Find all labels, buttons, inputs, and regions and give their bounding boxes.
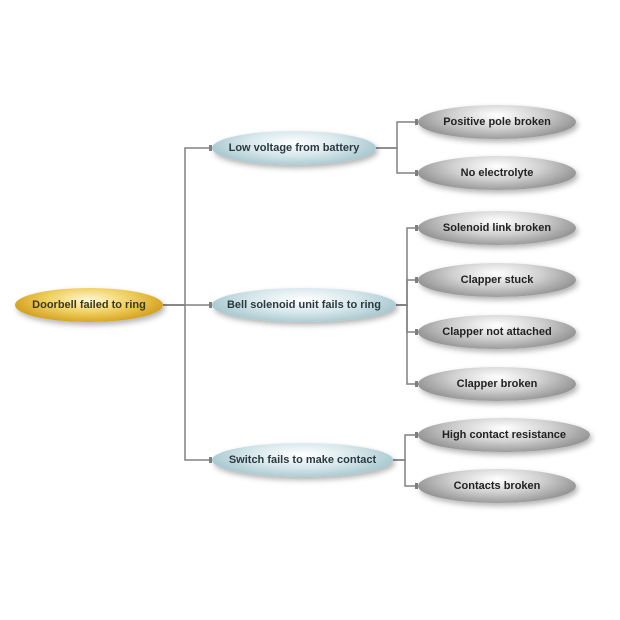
leaf-label: Clapper stuck [461,274,534,286]
leaf-node-3: Clapper stuck [418,263,576,297]
leaf-node-1: No electrolyte [418,156,576,190]
leaf-node-7: Contacts broken [418,469,576,503]
mid-node-1: Bell solenoid unit fails to ring [212,288,396,322]
mid-node-2: Switch fails to make contact [212,443,393,477]
leaf-label: Clapper not attached [442,326,551,338]
root-node: Doorbell failed to ring [15,288,163,322]
mid-label: Low voltage from battery [229,142,360,154]
mid-label: Bell solenoid unit fails to ring [227,299,381,311]
mid-label: Switch fails to make contact [229,454,376,466]
leaf-node-6: High contact resistance [418,418,590,452]
leaf-node-0: Positive pole broken [418,105,576,139]
leaf-label: No electrolyte [461,167,534,179]
leaf-label: Clapper broken [457,378,538,390]
leaf-label: High contact resistance [442,429,566,441]
leaf-node-5: Clapper broken [418,367,576,401]
root-label: Doorbell failed to ring [32,299,146,311]
leaf-label: Positive pole broken [443,116,551,128]
mid-node-0: Low voltage from battery [212,131,376,165]
leaf-label: Contacts broken [454,480,541,492]
leaf-node-2: Solenoid link broken [418,211,576,245]
leaf-node-4: Clapper not attached [418,315,576,349]
leaf-label: Solenoid link broken [443,222,551,234]
